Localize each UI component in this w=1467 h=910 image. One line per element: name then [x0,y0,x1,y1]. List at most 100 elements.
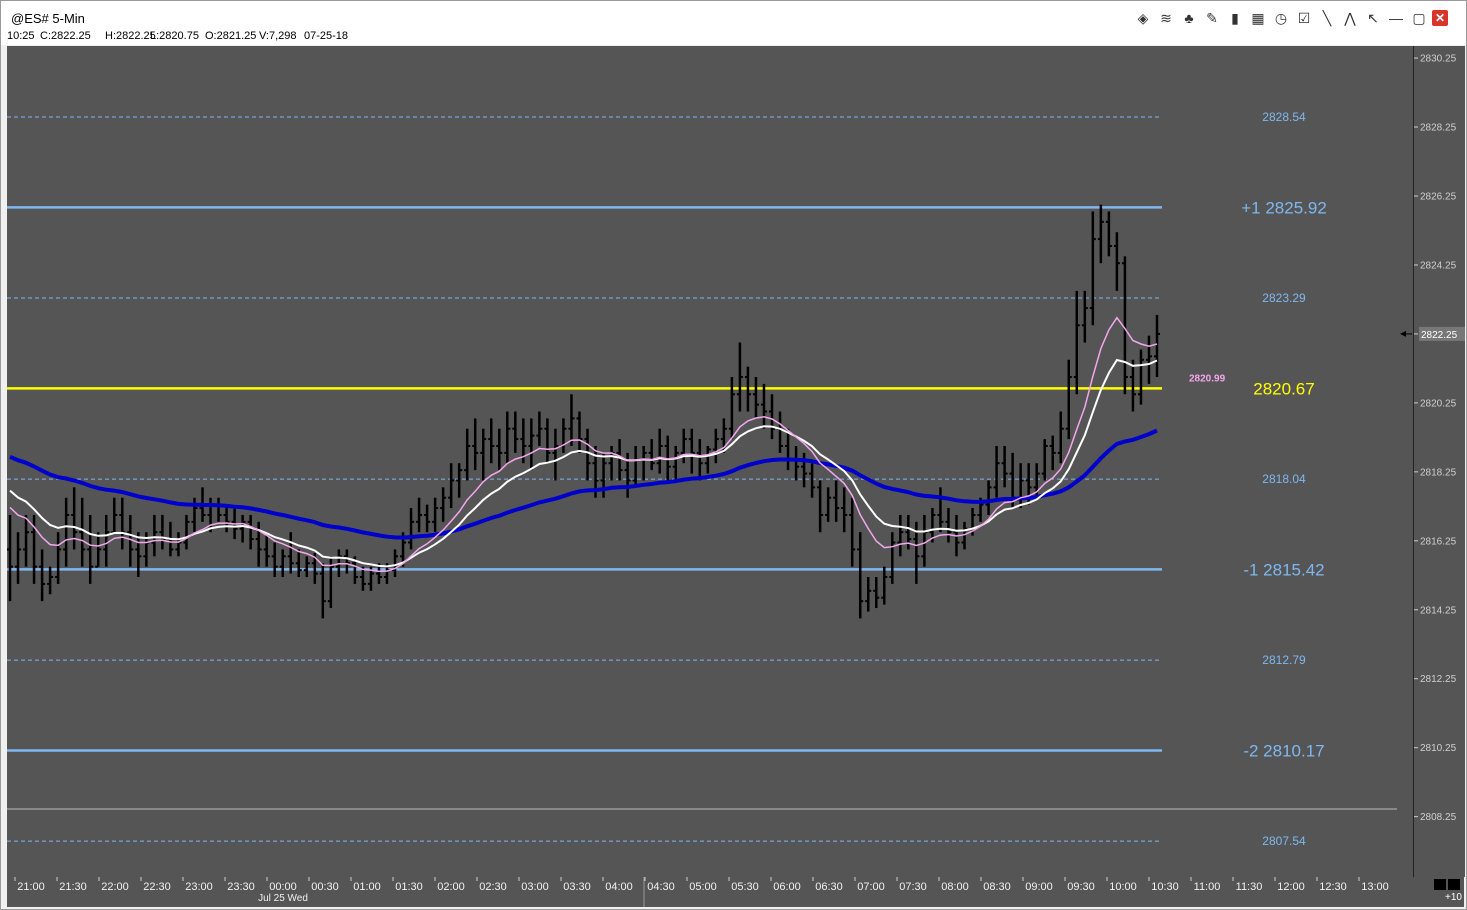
close-icon[interactable]: ✕ [1432,10,1448,26]
ohlc-bar [464,428,471,481]
bar-chart-icon[interactable]: ▮ [1225,9,1245,27]
time-tick-label: 08:00 [941,881,969,893]
checklist-icon[interactable]: ☑ [1294,9,1314,27]
price-tick-label: 2814.25 [1420,605,1457,616]
info-volume: V:7,298 [259,30,297,42]
level-label-1: +1 2825.92 [1241,198,1327,217]
ohlc-bar [568,394,575,446]
ohlc-bar [23,514,30,567]
price-plot-area[interactable]: 2828.54 +1 2825.92 2823.29 2820.67 2818.04 -1… [7,46,1397,877]
time-tick-label: 13:00 [1361,881,1389,893]
price-chart[interactable]: 2828.54 +1 2825.92 2823.29 2820.67 2818.04 -1… [7,46,1397,877]
ema-pink-line [9,316,1158,573]
ohlc-bar [159,514,166,550]
scale-toggle-button[interactable] [1448,879,1460,890]
minimize-icon[interactable]: — [1386,9,1406,27]
ohlc-bar [7,514,13,602]
ohlc-bar [849,497,856,567]
maximize-icon[interactable]: ▢ [1409,9,1429,27]
pivot-icon[interactable]: ≋ [1156,9,1176,27]
price-tick-label: 2818.25 [1420,467,1457,478]
level-label-0: 2828.54 [1262,110,1306,124]
time-tick-label: 12:00 [1277,881,1305,893]
time-tick-label: 12:30 [1319,881,1347,893]
ohlc-bar [79,497,86,567]
ohlc-bar [1137,349,1144,405]
time-tick-label: 10:00 [1109,881,1137,893]
ohlc-bar [295,549,302,578]
ohlc-bar [712,428,719,464]
ohlc-bar [704,445,711,474]
time-tick-label: 23:30 [227,881,255,893]
ohlc-bar [215,497,222,522]
ohlc-bar [1081,290,1088,343]
date-label: Jul 25 Wed [258,893,308,904]
price-tick-label: 2830.25 [1420,54,1457,65]
ohlc-bar [95,532,102,568]
line-icon[interactable]: ╲ [1317,9,1337,27]
last-price-label: 2822.25 [1421,330,1458,341]
ohlc-bar [921,514,928,567]
ohlc-bar [809,463,816,498]
time-tick-label: 23:00 [185,881,213,893]
ohlc-bar [937,487,944,533]
time-tick-label: 00:00 [269,881,297,893]
ohlc-bar [560,418,567,453]
time-tick-label: 06:30 [815,881,843,893]
zigzag-icon[interactable]: ⋀ [1340,9,1360,27]
ohlc-bar [327,556,334,609]
last-price-arrow [1400,330,1412,337]
ohlc-bar [271,542,278,578]
ohlc-bar [672,445,679,481]
ohlc-bar [472,418,479,471]
ohlc-bar [945,508,952,543]
tree-icon[interactable]: ♣ [1179,9,1199,27]
time-tick-label: 06:00 [773,881,801,893]
info-open: O:2821.25 [205,30,257,42]
pointer-icon[interactable]: ↖ [1363,9,1383,27]
time-tick-label: 07:00 [857,881,885,893]
ohlc-bar [223,504,230,533]
ohlc-bar [1049,435,1056,471]
time-tick-label: 09:30 [1067,881,1095,893]
time-tick-label: 22:30 [143,881,171,893]
ohlc-bar [512,411,519,453]
ohlc-bar [857,532,864,619]
ohlc-bar [111,497,118,534]
ohlc-bar [183,514,190,550]
ohlc-bar [985,480,992,515]
ohlc-bar [1017,463,1024,509]
ohlc-bar [552,428,559,481]
ohlc-bar [151,514,158,557]
ohlc-bar [801,452,808,488]
time-tick-label: 08:30 [983,881,1011,893]
chart-icon[interactable]: ◈ [1133,9,1153,27]
ohlc-bar [119,497,126,550]
ohlc-bar [87,514,94,584]
ohlc-bar [480,428,487,481]
clock-icon[interactable]: ◷ [1271,9,1291,27]
info-date: 07-25-18 [304,30,349,42]
pencil-icon[interactable]: ✎ [1202,9,1222,27]
ohlc-bar [680,428,687,464]
arrow-head [1400,330,1406,337]
list-icon[interactable]: ▦ [1248,9,1268,27]
time-tick-label: 09:00 [1025,881,1053,893]
ohlc-bar [833,480,840,522]
price-axis[interactable]: 2830.25 2828.25 2826.25 2824.25 2822.25 2820.… [1413,46,1465,877]
price-tick-label: 2826.25 [1420,191,1457,202]
ohlc-bar [416,497,423,533]
scale-toggle-button-2[interactable] [1434,879,1446,890]
ohlc-bar [648,439,655,471]
zoom-indicator[interactable]: +10 [1445,892,1462,903]
ohlc-bar [39,549,46,602]
time-axis[interactable]: 21:00 21:30 22:00 22:30 23:00 23:30 00:00 00:30… [7,877,1429,907]
title-bar: @ES# 5-Min ◈ ≋ ♣ ✎ ▮ ▦ ◷ ☑ ╲ ⋀ ↖ — ▢ ✕ [1,1,1466,29]
time-axis-svg: 21:00 21:30 22:00 22:30 23:00 23:30 00:00 00:30… [14,877,1389,907]
ohlc-bar [752,377,759,419]
price-tick-label: 2820.25 [1420,398,1457,409]
time-tick-label: 22:00 [101,881,129,893]
time-tick-label: 02:30 [479,881,507,893]
price-tick-label: 2824.25 [1420,260,1457,271]
level-label-4: 2818.04 [1262,472,1306,486]
